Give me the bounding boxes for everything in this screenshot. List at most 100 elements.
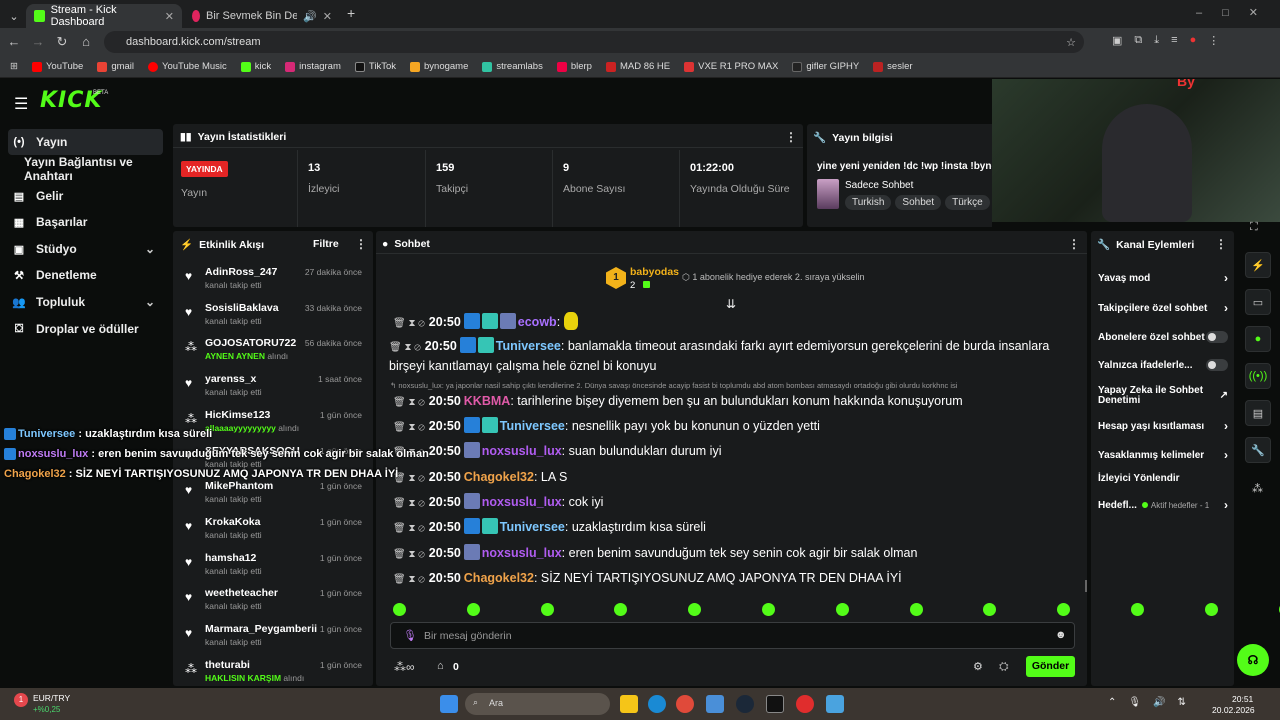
tab-music[interactable]: Bir Sevmek Bin Defa Ölmek 🔊 ✕	[184, 4, 340, 28]
mod-tools-icon[interactable]: ⛭	[999, 659, 1009, 674]
bookmark-mad[interactable]: MAD 86 HE	[605, 61, 670, 72]
sidebar-item-studyo[interactable]: ▣ Stüdyo ⌄	[8, 236, 163, 262]
close-tab-icon[interactable]: ✕	[165, 10, 174, 23]
back-icon[interactable]: ←	[2, 34, 26, 49]
support-icon[interactable]: ☊	[1237, 644, 1269, 676]
activity-user[interactable]: MikePhantom	[205, 480, 273, 492]
bookmark-youtube[interactable]: YouTube	[31, 61, 83, 72]
toggle-switch[interactable]	[1206, 331, 1228, 343]
app-icon[interactable]	[796, 695, 814, 713]
bookmark-giphy[interactable]: gifler GIPHY	[792, 61, 859, 72]
filter-button[interactable]: Filtre	[313, 238, 339, 250]
mod-actions[interactable]: 🗑 ⧗ ⊘	[393, 574, 425, 585]
pinned-gifter-name[interactable]: babyodas	[630, 266, 679, 278]
chat-message[interactable]: 🗑 ⧗ ⊘ 20:50 noxsuslu_lux: cok iyi	[393, 493, 1083, 513]
forward-icon[interactable]: →	[26, 34, 50, 49]
chat-username[interactable]: Chagokel32	[464, 571, 534, 585]
chat-username[interactable]: noxsuslu_lux	[482, 495, 562, 509]
sidebar-item-basarilar[interactable]: ▦ Başarılar	[8, 209, 163, 235]
mod-actions[interactable]: 🗑 ⧗ ⊘	[393, 549, 425, 560]
layout-icon[interactable]: ▤	[1245, 400, 1271, 426]
chat-username[interactable]: ecowb	[518, 315, 557, 329]
chat-menu-icon[interactable]: ⋮	[1068, 237, 1080, 251]
activity-item[interactable]: ♥ AdinRoss_247 kanalı takip etti 27 dakika …	[183, 266, 368, 302]
sidebar-item-denetleme[interactable]: ⚒ Denetleme	[8, 262, 163, 288]
activity-user[interactable]: SosisliBaklava	[205, 302, 279, 314]
chat-username[interactable]: KKBMA	[464, 394, 511, 408]
bookmark-sesler[interactable]: sesler	[873, 61, 913, 72]
activity-user[interactable]: hamsha12	[205, 552, 256, 564]
scroll-to-latest-icon[interactable]: ⇊	[726, 297, 736, 311]
emote-icon[interactable]	[1131, 603, 1144, 616]
system-tray[interactable]: ⌃ 🎙 🔊 ⇅	[1108, 697, 1186, 708]
community-icon[interactable]: ⁂	[1252, 482, 1263, 495]
audio-playing-icon[interactable]: 🔊	[303, 10, 317, 23]
chrome-icon[interactable]	[676, 695, 694, 713]
bookmark-vxe[interactable]: VXE R1 PRO MAX	[684, 61, 778, 72]
sidebar-item-gelir[interactable]: ▤ Gelir	[8, 183, 163, 209]
toggle-switch[interactable]	[1206, 359, 1228, 371]
file-explorer-icon[interactable]	[620, 695, 638, 713]
activity-item[interactable]: ♥ weetheteacher kanalı takip etti 1 gün önc…	[183, 587, 368, 623]
mod-actions[interactable]: 🗑 ⧗ ⊘	[393, 318, 425, 329]
emote-icon[interactable]	[540, 603, 554, 616]
store-icon[interactable]: ⌂	[437, 660, 444, 672]
chat-username[interactable]: Tuniversee	[500, 520, 565, 534]
broadcast-icon[interactable]: ((•))	[1245, 363, 1271, 389]
activity-item[interactable]: ♥ MikePhantom kanalı takip etti 1 gün önce	[183, 480, 368, 516]
notes-icon[interactable]: ▭	[1245, 289, 1271, 315]
bookmark-instagram[interactable]: instagram	[285, 61, 341, 72]
reload-icon[interactable]: ↻	[50, 34, 74, 50]
chat-username[interactable]: Tuniversee	[500, 419, 565, 433]
app-icon[interactable]	[826, 695, 844, 713]
new-tab-button[interactable]: +	[347, 5, 355, 21]
edge-icon[interactable]	[648, 695, 666, 713]
category-name[interactable]: Sadece Sohbet	[845, 180, 913, 191]
channel-action-item[interactable]: Hesap yaşı kısıtlaması ›	[1098, 419, 1228, 433]
chat-icon[interactable]: ●	[1245, 326, 1271, 352]
activity-user[interactable]: weetheteacher	[205, 587, 278, 599]
channel-action-item[interactable]: Abonelere özel sohbet	[1098, 331, 1228, 343]
epic-games-icon[interactable]	[766, 695, 784, 713]
expand-icon[interactable]: ⛶	[1250, 221, 1258, 234]
send-button[interactable]: Gönder	[1026, 656, 1075, 677]
bookmark-gmail[interactable]: gmail	[97, 61, 134, 72]
home-icon[interactable]: ⌂	[74, 34, 98, 49]
emote-icon[interactable]	[393, 603, 406, 616]
bookmark-star-icon[interactable]: ☆	[1066, 36, 1076, 49]
tab-list-button[interactable]: ⌄	[4, 4, 24, 28]
activity-user[interactable]: Marmara_Peygamberii	[205, 623, 317, 635]
chat-input[interactable]: 🎙 Bir mesaj gönderin ☻	[390, 622, 1075, 649]
channel-action-item[interactable]: Takipçilere özel sohbet ›	[1098, 301, 1228, 315]
taskbar-search[interactable]: ⌕ Ara	[465, 693, 610, 715]
activity-item[interactable]: ⁂ theturabi HAKLISIN KARŞIM alındı 1 gün ön…	[183, 659, 368, 695]
sidebar-item-stream-key[interactable]: Yayın Bağlantısı ve Anahtarı	[20, 155, 175, 183]
extension-icons[interactable]: ▣ ⧉ ⤓ ≡ ● ⋮	[1112, 34, 1219, 47]
store-app-icon[interactable]	[706, 695, 724, 713]
stream-title[interactable]: yine yeni yeniden !dc !wp !insta !bynog	[817, 161, 992, 172]
chat-username[interactable]: Chagokel32	[464, 470, 534, 484]
emote-icon[interactable]	[466, 603, 480, 616]
clock-date[interactable]: 20.02.2026	[1212, 705, 1255, 715]
activity-item[interactable]: ♥ hamsha12 kanalı takip etti 1 gün önce	[183, 552, 368, 588]
channel-actions-menu-icon[interactable]: ⋮	[1215, 237, 1227, 251]
bookmark-bynogame[interactable]: bynogame	[410, 61, 468, 72]
emote-icon[interactable]	[1204, 603, 1218, 616]
url-field[interactable]: dashboard.kick.com/stream ☆	[104, 31, 1084, 53]
bookmark-streamlabs[interactable]: streamlabs	[482, 61, 543, 72]
activity-item[interactable]: ♥ KrokaKoka kanalı takip etti 1 gün önce	[183, 516, 368, 552]
emote-icon[interactable]	[909, 603, 923, 616]
hamburger-menu-icon[interactable]: ☰	[14, 94, 28, 114]
apps-grid-icon[interactable]: ⊞	[10, 61, 18, 72]
chat-message[interactable]: 🗑 ⧗ ⊘ 20:50 noxsuslu_lux: suan bulunduklar…	[393, 442, 1083, 462]
sidebar-item-droplar[interactable]: ⛋ Droplar ve ödüller	[8, 316, 163, 342]
emote-icon[interactable]	[835, 603, 849, 616]
bookmark-kick[interactable]: kick	[240, 61, 271, 72]
chat-message[interactable]: 🗑 ⧗ ⊘ 20:50 Tuniversee: banlamakla timeout…	[389, 337, 1079, 376]
window-controls[interactable]: –□✕	[1196, 6, 1278, 19]
tab-kick-dashboard[interactable]: Stream - Kick Dashboard ✕	[26, 4, 182, 28]
channel-action-item[interactable]: Yalnızca ifadelerle...	[1098, 359, 1228, 371]
stats-menu-icon[interactable]: ⋮	[785, 130, 797, 144]
chat-message[interactable]: 🗑 ⧗ ⊘ 20:50 Chagokel32: LA S	[393, 468, 1083, 488]
ticker-name[interactable]: EUR/TRY	[33, 693, 70, 703]
